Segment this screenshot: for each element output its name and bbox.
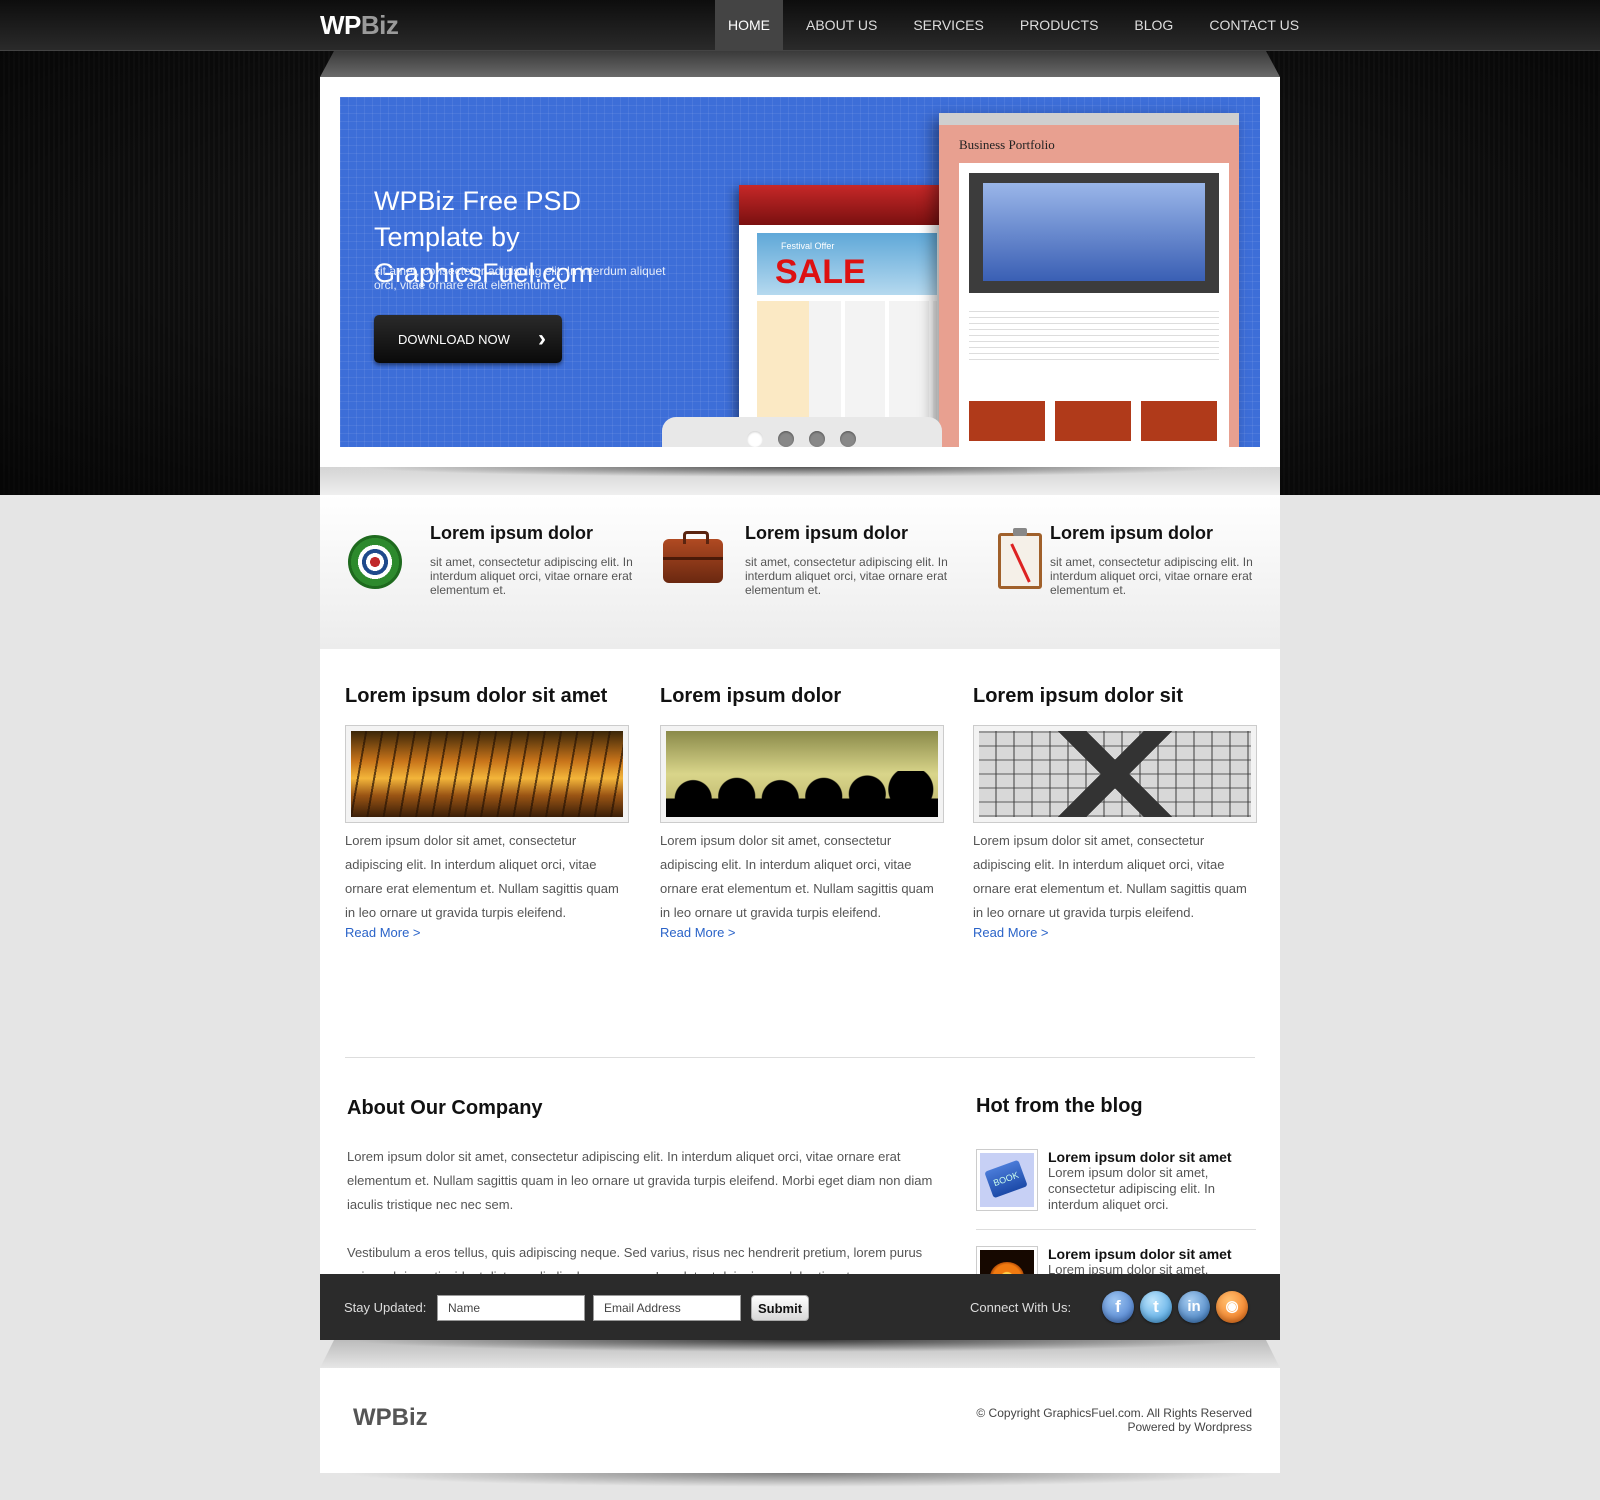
slider-dot-2[interactable] — [778, 431, 794, 447]
twitter-icon[interactable]: t — [1140, 1291, 1172, 1323]
book-icon — [980, 1153, 1034, 1207]
nav-services[interactable]: SERVICES — [900, 0, 997, 50]
linkedin-icon[interactable]: in — [1178, 1291, 1210, 1323]
mockup-screen — [969, 173, 1219, 293]
mockup-header — [739, 185, 943, 225]
footer-copyright: © Copyright GraphicsFuel.com. All Rights… — [976, 1406, 1252, 1434]
blog-post-text: Lorem ipsum dolor sit amet, consectetur … — [1048, 1165, 1215, 1212]
footer-shelf — [320, 1340, 1280, 1368]
submit-button[interactable]: Submit — [751, 1295, 809, 1321]
mockup-offer-text: Festival Offer — [781, 241, 835, 251]
article-text: Lorem ipsum dolor sit amet, consectetur … — [660, 833, 934, 920]
crowd-silhouette-image — [666, 731, 938, 817]
nav-products[interactable]: PRODUCTS — [1007, 0, 1112, 50]
footer: WPBiz © Copyright GraphicsFuel.com. All … — [320, 1368, 1280, 1473]
email-input[interactable] — [593, 1295, 741, 1321]
newsletter-bar: Stay Updated: Submit Connect With Us: f … — [320, 1274, 1280, 1340]
connect-label: Connect With Us: — [970, 1300, 1072, 1315]
ecommerce-mockup-image: Festival Offer SALE — [739, 185, 943, 447]
article-thumbnail[interactable] — [973, 725, 1257, 823]
mockup-browser-bar — [939, 113, 1239, 125]
section-divider — [345, 1057, 1255, 1058]
site-logo[interactable]: WPBiz — [320, 10, 399, 41]
article-text: Lorem ipsum dolor sit amet, consectetur … — [345, 833, 619, 920]
feature-text: sit amet, consectetur adipiscing elit. I… — [430, 555, 633, 597]
copyright-text: © Copyright GraphicsFuel.com. All Rights… — [976, 1406, 1252, 1420]
chevron-right-icon: › — [538, 325, 546, 352]
nav-contact-us[interactable]: CONTACT US — [1196, 0, 1312, 50]
feature-text: sit amet, consectetur adipiscing elit. I… — [745, 555, 948, 597]
blog-title: Hot from the blog — [976, 1095, 1143, 1117]
nav-about-us[interactable]: ABOUT US — [793, 0, 890, 50]
blog-divider — [976, 1229, 1256, 1230]
read-more-link[interactable]: Read More > — [973, 925, 1049, 940]
slider-dot-1[interactable] — [747, 431, 763, 447]
features-section: Lorem ipsum dolor sit amet, consectetur … — [320, 495, 1280, 649]
nav-blog[interactable]: BLOG — [1121, 0, 1186, 50]
mockup-page — [959, 163, 1229, 447]
slider-dot-3[interactable] — [809, 431, 825, 447]
clipboard-icon — [998, 528, 1042, 589]
read-more-link[interactable]: Read More > — [660, 925, 736, 940]
slider-dot-4[interactable] — [840, 431, 856, 447]
blog-post-title[interactable]: Lorem ipsum dolor sit amet — [1048, 1246, 1232, 1262]
hero-frame: WPBiz Free PSD Template by GraphicsFuel.… — [320, 77, 1280, 467]
article-title: Lorem ipsum dolor — [660, 685, 842, 707]
feature-text: sit amet, consectetur adipiscing elit. I… — [1050, 555, 1253, 597]
read-more-link[interactable]: Read More > — [345, 925, 421, 940]
powered-by-text: Powered by Wordpress — [1127, 1420, 1253, 1434]
slider-top-tray — [320, 51, 1280, 77]
article-thumbnail[interactable] — [345, 725, 629, 823]
navbar: WPBiz HOME ABOUT US SERVICES PRODUCTS BL… — [0, 0, 1600, 51]
about-title: About Our Company — [347, 1097, 543, 1119]
name-input[interactable] — [437, 1295, 585, 1321]
feature-title: Lorem ipsum dolor — [430, 523, 594, 543]
download-button[interactable]: DOWNLOAD NOW › — [374, 315, 562, 363]
feature-title: Lorem ipsum dolor — [1050, 523, 1214, 543]
footer-shadow — [340, 1473, 1260, 1487]
rss-icon[interactable]: ◉ — [1216, 1291, 1248, 1323]
newsletter-label: Stay Updated: — [344, 1300, 427, 1315]
page-container: WPBiz Free PSD Template by GraphicsFuel.… — [320, 77, 1280, 1473]
glass-roof-image — [979, 731, 1251, 817]
hero-slider: WPBiz Free PSD Template by GraphicsFuel.… — [340, 97, 1260, 447]
logo-accent-text: Biz — [360, 10, 399, 40]
logo-text: WP — [320, 10, 361, 40]
article-thumbnail[interactable] — [660, 725, 944, 823]
nav-home[interactable]: HOME — [715, 0, 783, 50]
main-nav: HOME ABOUT US SERVICES PRODUCTS BLOG CON… — [715, 0, 1322, 50]
sunset-grass-image — [351, 731, 623, 817]
mockup-screen-content — [983, 183, 1205, 281]
mockup-portfolio-title: Business Portfolio — [959, 137, 1055, 152]
slider-pager — [747, 431, 871, 447]
article-text: Lorem ipsum dolor sit amet, consectetur … — [973, 833, 1247, 920]
about-paragraph: Lorem ipsum dolor sit amet, consectetur … — [347, 1149, 933, 1212]
blog-post-thumbnail — [976, 1149, 1038, 1211]
feature-title: Lorem ipsum dolor — [745, 523, 909, 543]
target-icon — [348, 535, 402, 589]
mockup-thumbnails — [969, 401, 1219, 441]
mockup-columns — [969, 311, 1219, 361]
facebook-icon[interactable]: f — [1102, 1291, 1134, 1323]
briefcase-icon — [663, 531, 723, 583]
hero-shelf-shadow — [320, 467, 1280, 495]
footer-logo[interactable]: WPBiz — [353, 1404, 428, 1432]
mockup-sale-text: SALE — [775, 253, 866, 291]
main-content: Lorem ipsum dolor sit amet Lorem ipsum d… — [320, 649, 1280, 1309]
portfolio-mockup-image: Business Portfolio — [939, 113, 1239, 447]
download-button-label: DOWNLOAD NOW — [398, 332, 510, 347]
article-title: Lorem ipsum dolor sit — [973, 685, 1184, 707]
hero-text: sit amet, consectetur adipiscing elit. I… — [374, 264, 666, 292]
article-title: Lorem ipsum dolor sit amet — [345, 685, 608, 707]
blog-post-title[interactable]: Lorem ipsum dolor sit amet — [1048, 1149, 1232, 1165]
